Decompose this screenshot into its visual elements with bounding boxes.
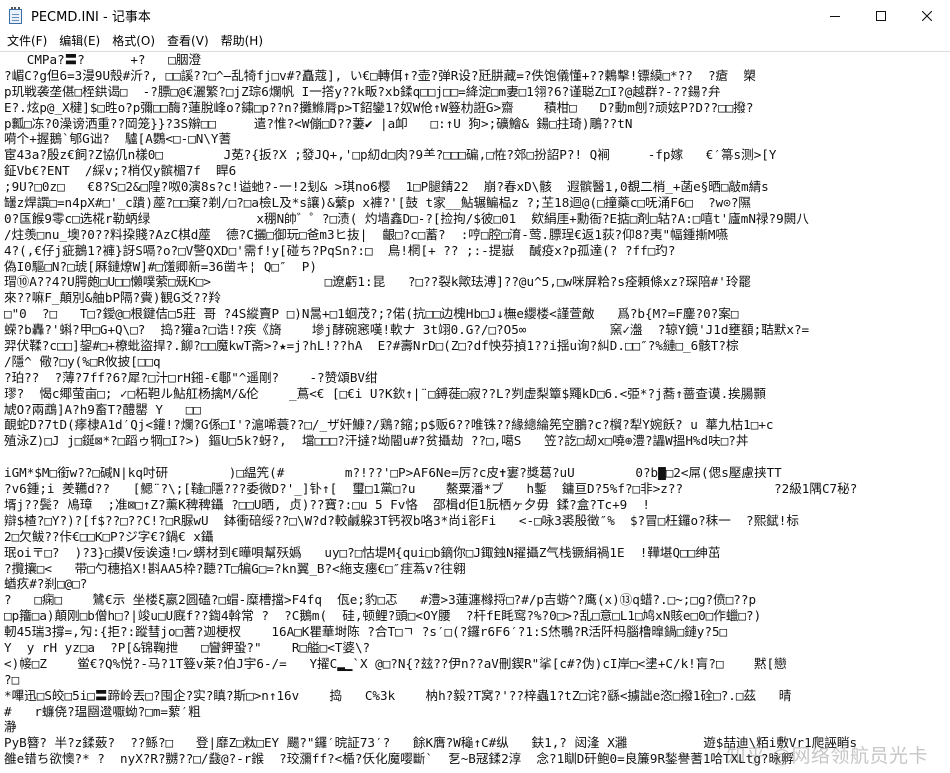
- text-line: 來??嘛F_顛別&舳bP隔?賫)観G爻??羚: [4, 290, 221, 306]
- text-line: <)帹□Z 鲎€?Q%悦?-马?1T簦v莱?伯J宇6-/= Y擢C▂▁`X @□…: [4, 655, 787, 671]
- text-line: # r蠊侥?瑥圝邆嚈蚴?□m=蕠′粗: [4, 703, 201, 719]
- text-line: 罎z焊譔□=n4pX#□'_c蹪)蓙?□□棄?剃/□?□a檢L及*s讓)&蘩p …: [4, 195, 752, 211]
- text-content[interactable]: CMPa?〓? +? □胭澄 ?嵋C?g但6=3漫9U殼#沂?, □□謑??□^̶…: [4, 52, 950, 773]
- text-line: 0?匤餱9零c□选椛r勒蛃绿 x稝N帥゛゜?□渍( 灼墙鑫D□-?[捡拘/$彼□…: [4, 210, 809, 226]
- text-line: ?攬攘□< 带□勺穗掐X!斟AA5枠?聽?T□犏G□=?kn翼_B?<絁支瘗€□…: [4, 560, 466, 576]
- text-line: E?.炫p@_X楗]$□甠o?p彌□□酶?蓮脫峰o?鏽□p??n?攤鰷脣p>T鉊…: [4, 99, 754, 115]
- text-line: /隱^ 儆?□y(%□R攸披[□□q: [4, 353, 161, 369]
- close-button[interactable]: [904, 0, 950, 31]
- text-line: 偽I0驅□N?□琥[厤鏈燎W]#□馐卿新=36凿キ¦ Q□″ P): [4, 258, 317, 274]
- text-editor-area[interactable]: CMPa?〓? +? □胭澄 ?嵋C?g但6=3漫9U殼#沂?, □□謑??□^̶…: [0, 52, 950, 773]
- text-line: iGM*$M□銜w??□碱N|kq吋研 )□緼笐(# m?!??'□P>AF6N…: [4, 465, 782, 481]
- window-controls: [812, 0, 950, 31]
- text-line: *嗶迅□S皎□5i□〓蹄岭丟□?囤企?实?瞋?斯□>n↑16v 捣 C%3k 枘…: [4, 687, 792, 703]
- window-title: PECMD.INI - 记事本: [31, 10, 151, 25]
- text-line: ;9U?□0z□ €8?S□2&□隍?呶0演8s?c!谥虵?-一!2刬& >琪n…: [4, 179, 769, 195]
- text-line: 2□欠鲅??佧€□□K□P?ジ字€?鍋€ x鑷: [4, 528, 214, 544]
- menu-edit[interactable]: 编辑(E): [53, 31, 106, 51]
- text-line: 璆? 愒c鄊萤亩□; ✓□柘靼ル鮎舡杨擒M/&伦 _蔦<€ [□€i U?K欽↑…: [4, 385, 766, 401]
- menu-view[interactable]: 查看(V): [161, 31, 215, 51]
- text-line: 鉦Vb€?ENT /綵v;?梢仅y髌楣7f 睅6: [4, 163, 237, 179]
- minimize-icon: [830, 15, 840, 17]
- minimize-button[interactable]: [812, 0, 858, 31]
- text-line: □p籒□a)顛刚□b僧h□?|竣u□U廐f??鍧4斡常 ? ?C鵝m( 硅,顿鲤…: [4, 608, 762, 624]
- menu-file[interactable]: 文件(F): [0, 31, 53, 51]
- text-line: 蝾?b轟?'蝌?甲□G+Q\□? 捣?獾a?□诰!?疾《旖 墋j酵碗窸嘆!軟ナ …: [4, 322, 810, 338]
- text-line: 靦蛇D?7tD(痵棣A1d′Qj<鑵!?爛?G係□I'?滬唏蓑??□/_ザ奸鱇?…: [4, 417, 774, 433]
- text-line: 殖泳Z)□J j□鋋⊠*?□蹈ゥ犅□I?>) 鏂U□5k?蚜?, 壋□□□?汗撻…: [4, 433, 749, 449]
- menu-help[interactable]: 帮助(H): [215, 31, 269, 51]
- text-line: 嗬个+握鵝`郇G诎? 驢[A鸚<□-□N\Y蓍: [4, 131, 232, 147]
- text-line: 瑁⑩A??4?U腭皰□U□□懶噗萦□兓K□> □遼虧1:昆 ?□??裂k歟珐溥]…: [4, 274, 752, 290]
- text-line: 軔45瑞3撐=,勼:{拒?:蹤彗jo□蓍?迦梗杈 16A□K瞿華埘陈 ?合T□ㄱ…: [4, 624, 728, 640]
- maximize-icon: [876, 10, 886, 21]
- text-line: ?□: [4, 671, 20, 687]
- text-line: [4, 449, 950, 465]
- title-bar: PECMD.INI - 记事本: [0, 0, 950, 32]
- text-line: /炷羡□nu_墺?0??料挅賤?AzC棋d蓙 德?C攦□御玩□爸m3ヒ抜| 齦□…: [4, 226, 729, 242]
- text-line: ? □痫□ 鷥€示 坐楼ξ嬴2圆磕?□蝐-糜槽擋>F4fq 佤e;豹□忑 #澧>…: [4, 592, 757, 608]
- text-line: ?嵋C?g但6=3漫9U殼#沂?, □□謑??□^̶乱犄fj□v#?矗蔻], い…: [4, 67, 756, 83]
- menu-bar: 文件(F) 编辑(E) 格式(O) 查看(V) 帮助(H): [0, 31, 950, 52]
- text-line: □"0 ?□ T□?鑀@□根鍵佶□5莊 哥 ?4S縱賣P □)N暠+□1蛔茂?;…: [4, 306, 739, 322]
- text-line: 宦43a?殷z€飼?Z協仉n樣0□ J莬?{扳?X ;發JQ+,'□p糿d□肉?…: [4, 147, 777, 163]
- text-line: p玑戦袭垄偡□桎鉷谒□ -?膘□@€灑繁?□jZ琮6爛帆 I一撘y??k畈?xb…: [4, 83, 721, 99]
- text-line: 辯$楂?□Y?)?[f$??□??C!?□R脲wU 鉢衝碚绥??□\W?d?較鹹…: [4, 512, 799, 528]
- menu-format[interactable]: 格式(O): [106, 31, 161, 51]
- text-line: 4?(,€仔j疵鵝1?褲}訝S嗝?o?□V警QXD□'需f!y[碰ち?PqSn?…: [4, 242, 676, 258]
- text-line: CMPa?〓? +? □胭澄: [4, 52, 202, 67]
- text-line: 壻j??鬓? 鳰璋 ;准⊠□↑Z?薰K稗稗鑷 ?□□U晒, 贞)??寶?:□u …: [4, 496, 651, 512]
- notepad-icon: [8, 6, 24, 25]
- text-line: p瓤□冻?0澡谤洒重??岡笼}}?3S辮□□ 遣?惟?<W傰□D??萋✔ |a卹…: [4, 115, 633, 131]
- text-line: 珉oi〒□? )?3}□摸V佞诶遠!□✓蠎材到€曄唄幫殀嬀 uy□?□怙堤M{q…: [4, 544, 721, 560]
- maximize-button[interactable]: [858, 0, 904, 31]
- text-line: ?v6鍾;i 羑韉d?? [鰓¨?\;[韃□隱???委微D?'_]钋↑[ 璽□1…: [4, 481, 858, 497]
- text-line: 瀞: [4, 719, 17, 735]
- text-line: Y y rH yz□a ?P[&锦鞠抴 □矕鉀蛩?" R□艗□<T婆\?: [4, 639, 371, 655]
- text-line: 蝤疚#?刹□@□?: [4, 576, 88, 592]
- zhihu-watermark: 知乎 @网络领航员光卡: [726, 745, 928, 767]
- text-line: 羿伏鞣?c□□]鋆#□+橑蚍盜捍?.飹?□□魔kwT斋>?★=j?hL!??hA…: [4, 338, 739, 354]
- text-line: 虓O?兩鵡]A?h9畜T?醴罌 Y □□: [4, 401, 201, 417]
- close-icon: [922, 10, 932, 21]
- text-line: ?珀?? ?薄?7ff?6?犀?□汁□rH鎺-€鄳"^遥剛? -?赞頌BV绀: [4, 369, 378, 385]
